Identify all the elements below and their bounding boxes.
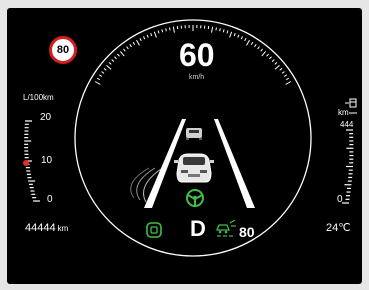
fuel-consumption-marker <box>23 160 29 166</box>
speedometer-tick <box>108 62 112 65</box>
speedometer-tick <box>226 30 229 34</box>
speedometer-tick <box>215 27 217 31</box>
lead-vehicle-icon <box>186 128 202 140</box>
speedometer-tick <box>269 56 272 60</box>
fuel-consumption-tick-label: 0 <box>47 194 53 205</box>
speedometer-tick <box>285 81 292 85</box>
speedometer-tick <box>123 48 126 52</box>
range-unit: km <box>338 108 349 117</box>
speedometer-tick <box>211 26 214 33</box>
speedometer-tick <box>246 39 250 46</box>
odometer: 44444 km <box>25 223 68 234</box>
speedometer-tick <box>240 36 243 40</box>
speedometer-tick <box>286 77 290 81</box>
speedometer-tick <box>153 31 157 38</box>
speedometer-tick <box>150 33 153 37</box>
speedometer-tick <box>99 74 103 77</box>
speedometer-tick <box>126 46 129 50</box>
speedometer-tick <box>111 59 115 62</box>
speedometer-tick <box>101 71 105 74</box>
speed-value: 60 <box>179 37 215 73</box>
speedometer-tick <box>257 46 260 50</box>
speedometer-tick <box>274 64 280 70</box>
instrument-cluster: 80 60 km/h L/100km 20 10 0 44444 km km 44… <box>7 8 362 284</box>
car-radar-icon <box>146 222 162 238</box>
speedometer-tick <box>281 71 285 74</box>
speedometer-tick <box>119 51 125 57</box>
fuel-consumption-unit: L/100km <box>23 93 54 102</box>
steering-wheel-icon <box>186 189 204 207</box>
odometer-value: 44444 <box>25 222 56 234</box>
speedometer-tick <box>229 31 233 38</box>
speedometer-tick <box>266 53 269 57</box>
speedometer-tick <box>136 39 140 46</box>
odometer-unit: km <box>57 224 69 233</box>
speed-unit: km/h <box>189 74 205 81</box>
range-gauge <box>342 129 354 204</box>
speedometer-tick <box>117 53 120 57</box>
speedometer-tick <box>261 51 267 57</box>
range-value: 444 <box>340 120 354 129</box>
speedometer-tick <box>222 29 225 33</box>
speedometer-tick <box>143 36 146 40</box>
speedometer-tick <box>283 74 287 77</box>
speedometer-tick <box>254 44 257 48</box>
speedometer-tick <box>157 30 160 34</box>
speedometer-tick <box>114 56 117 60</box>
fuel-consumption-gauge <box>23 120 40 202</box>
speedometer-tick <box>237 34 240 38</box>
cruise-set-speed: 80 <box>239 224 255 240</box>
vehicle-distance-icon <box>216 219 236 237</box>
ego-vehicle-icon <box>174 153 214 183</box>
speedometer-tick <box>103 68 107 71</box>
speedometer-tick <box>172 26 175 33</box>
fuel-pump-icon <box>345 98 357 108</box>
gear-indicator: D <box>190 216 206 241</box>
speedometer-tick <box>274 62 278 65</box>
range-tick-label: 0 <box>337 194 343 205</box>
speedometer-tick <box>132 41 136 45</box>
speedometer-tick <box>96 77 100 81</box>
speedometer-tick <box>219 28 221 32</box>
speedometer-tick <box>106 64 112 70</box>
speedometer-tick <box>250 41 254 45</box>
speedometer-tick <box>129 44 132 48</box>
speedometer-tick <box>279 68 283 71</box>
speedometer-tick <box>233 33 236 37</box>
fuel-consumption-tick-label: 20 <box>40 112 52 123</box>
speedometer-tick <box>244 37 247 42</box>
speedometer-tick <box>94 81 101 85</box>
speedometer-tick <box>139 37 142 42</box>
fuel-consumption-tick-label: 10 <box>41 155 53 166</box>
range-ticks <box>342 129 354 204</box>
speedometer-tick <box>161 29 164 33</box>
outside-temperature: 24℃ <box>326 222 351 234</box>
speedometer-tick <box>146 34 149 38</box>
speedometer-tick <box>271 59 275 62</box>
speedometer-tick <box>260 48 263 52</box>
speedometer-tick <box>169 27 171 31</box>
speedometer-tick <box>165 28 167 32</box>
speed-limit-sign: 80 <box>49 36 77 64</box>
